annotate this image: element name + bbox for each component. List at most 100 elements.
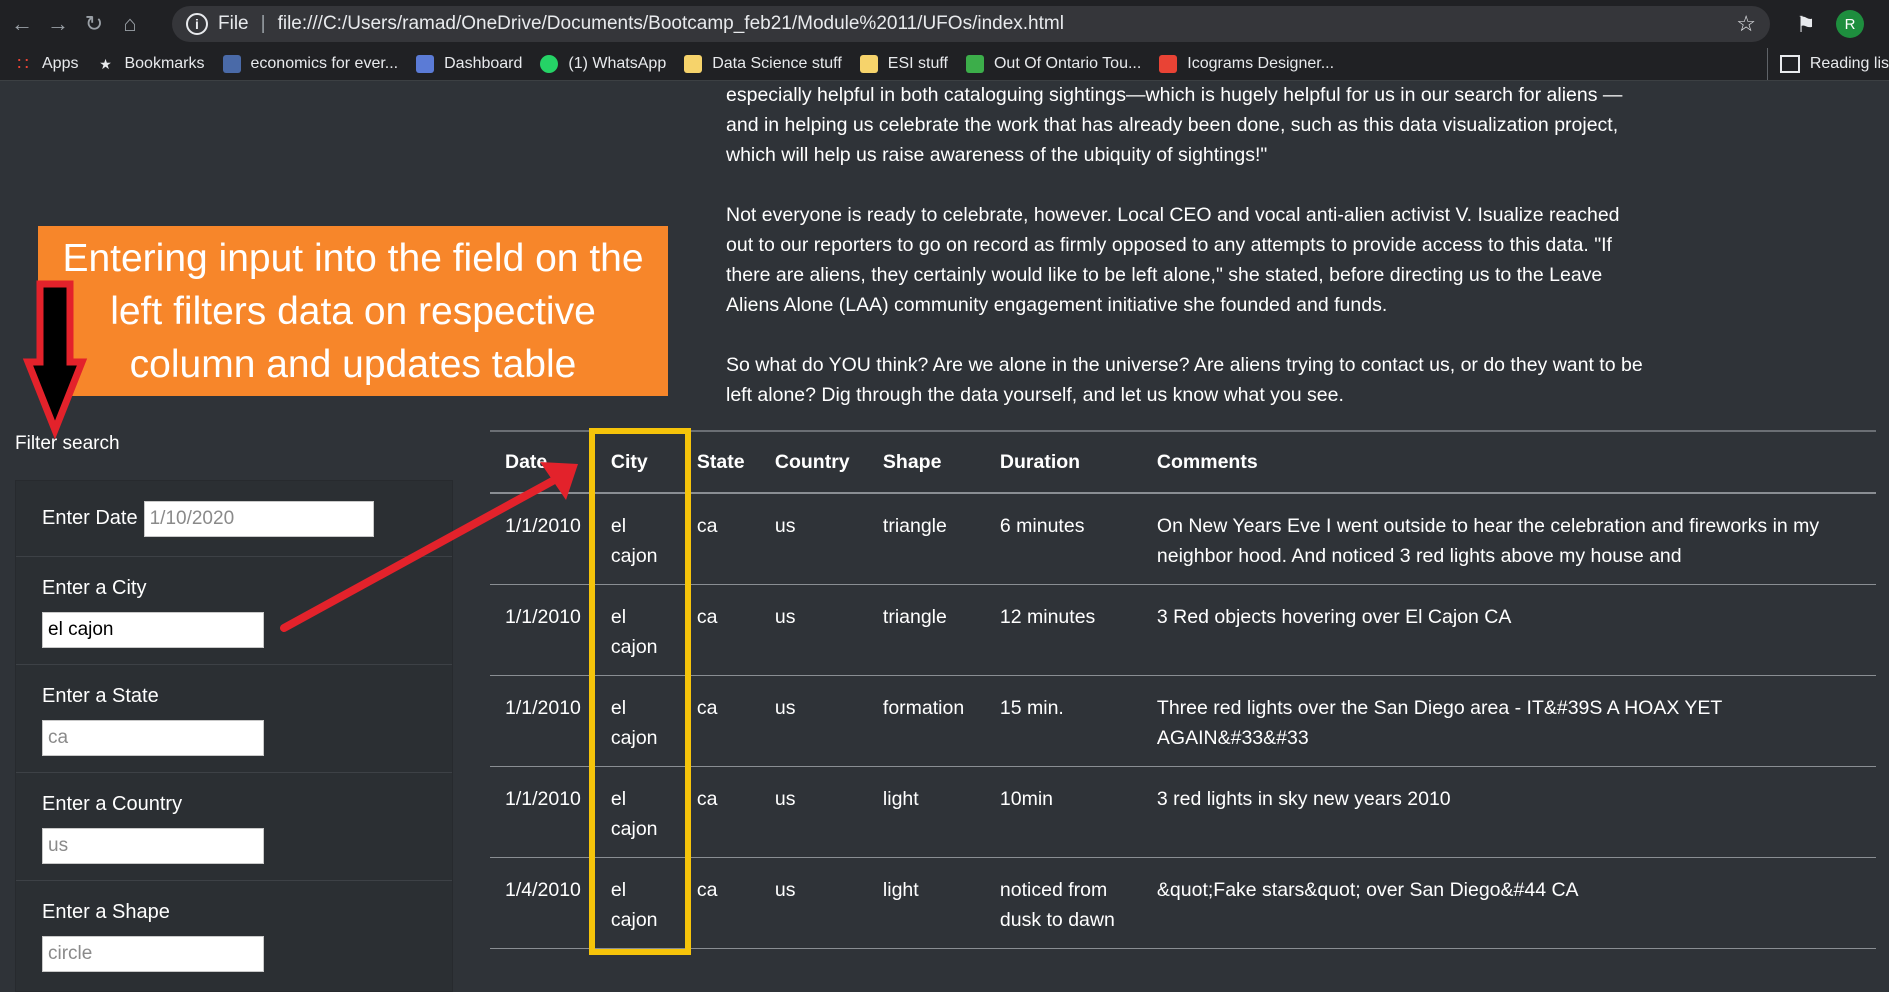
cell-shape: triangle <box>867 584 985 676</box>
cell-date: 1/4/2010 <box>490 857 596 949</box>
reading-list-label: Reading lis <box>1809 55 1889 72</box>
table-row: 1/1/2010 el cajon ca us triangle 12 minutes 3 … <box>490 584 1876 676</box>
cell-comments: &quot;Fake stars&quot; over San Diego&#4… <box>1141 857 1876 949</box>
bookmark-label: Out Of Ontario Tou... <box>993 55 1142 72</box>
apps-grid-icon: ∷ <box>17 53 29 74</box>
bookmark-label: Dashboard <box>444 55 523 72</box>
cell-shape: triangle <box>867 493 985 585</box>
country-input[interactable] <box>42 828 264 864</box>
cell-city: el cajon <box>595 766 682 858</box>
reload-icon[interactable]: ↻ <box>80 10 108 38</box>
bookmark-item[interactable]: ESI stuff <box>859 55 948 73</box>
bookmark-label: Bookmarks <box>124 55 205 72</box>
cell-duration: 15 min. <box>984 675 1142 767</box>
address-bar[interactable]: i File | file:///C:/Users/ramad/OneDrive… <box>172 6 1770 42</box>
bookmark-item[interactable]: Dashboard <box>416 55 522 73</box>
cell-state: ca <box>681 493 760 585</box>
icograms-favicon-icon <box>1159 55 1178 73</box>
cell-country: us <box>759 675 868 767</box>
cell-date: 1/1/2010 <box>490 766 596 858</box>
bookmark-label: economics for ever... <box>250 55 399 72</box>
header-duration: Duration <box>984 430 1142 494</box>
bookmark-item[interactable]: Icograms Designer... <box>1159 55 1334 73</box>
file-scheme-label: File <box>218 13 249 34</box>
state-input[interactable] <box>42 720 264 756</box>
cell-shape: formation <box>867 675 985 767</box>
bookmark-item[interactable]: (1) WhatsApp <box>540 55 666 73</box>
folder-icon <box>684 55 703 73</box>
home-icon[interactable]: ⌂ <box>116 10 144 38</box>
article-body: especially helpful in both cataloguing s… <box>726 80 1646 440</box>
bookmark-item[interactable]: economics for ever... <box>222 55 399 73</box>
cell-date: 1/1/2010 <box>490 675 596 767</box>
reading-list-icon <box>1779 55 1800 73</box>
article-paragraph: especially helpful in both cataloguing s… <box>726 84 1623 166</box>
url-text[interactable]: file:///C:/Users/ramad/OneDrive/Document… <box>278 13 1064 35</box>
header-shape: Shape <box>867 430 985 494</box>
cell-comments: On New Years Eve I went outside to hear … <box>1141 493 1876 585</box>
cell-comments: 3 Red objects hovering over El Cajon CA <box>1141 584 1876 676</box>
table-row: 1/4/2010 el cajon ca us light noticed from du… <box>490 857 1876 949</box>
cell-state: ca <box>681 584 760 676</box>
cell-duration: 6 minutes <box>984 493 1142 585</box>
forward-icon[interactable]: → <box>44 10 72 38</box>
cell-city: el cajon <box>595 493 682 585</box>
cell-comments: Three red lights over the San Diego area… <box>1141 675 1876 767</box>
folder-icon <box>859 55 878 73</box>
address-separator: | <box>260 13 266 34</box>
cell-city: el cajon <box>595 584 682 676</box>
header-comments: Comments <box>1141 430 1876 494</box>
cell-city: el cajon <box>595 675 682 767</box>
profile-avatar[interactable]: R <box>1836 10 1864 38</box>
city-input[interactable] <box>42 612 264 648</box>
bookmark-item[interactable]: Out Of Ontario Tou... <box>965 55 1142 73</box>
filter-label-shape: Enter a Shape <box>42 901 170 923</box>
back-icon[interactable]: ← <box>8 10 36 38</box>
header-date: Date <box>490 430 596 494</box>
filter-city-group: Enter a City <box>16 557 452 665</box>
cell-state: ca <box>681 857 760 949</box>
filter-country-group: Enter a Country <box>16 773 452 881</box>
cell-shape: light <box>867 857 985 949</box>
article-paragraph: Not everyone is ready to celebrate, howe… <box>726 204 1620 316</box>
cell-date: 1/1/2010 <box>490 584 596 676</box>
efe-favicon-icon <box>222 55 241 73</box>
bookmark-label: Icograms Designer... <box>1187 55 1335 72</box>
bookmark-item[interactable]: Data Science stuff <box>684 55 842 73</box>
filter-date-group: Enter Date <box>16 481 452 557</box>
leaf-favicon-icon <box>965 55 984 73</box>
extensions-puzzle-icon[interactable]: ⚑ <box>1796 12 1816 38</box>
cell-country: us <box>759 857 868 949</box>
filter-shape-group: Enter a Shape <box>16 881 452 991</box>
bookmark-star-icon[interactable]: ☆ <box>1736 11 1756 37</box>
cell-state: ca <box>681 675 760 767</box>
cell-duration: 12 minutes <box>984 584 1142 676</box>
bookmark-label: ESI stuff <box>887 55 948 72</box>
filter-search-heading: Filter search <box>15 433 120 454</box>
table-body: 1/1/2010 el cajon ca us triangle 6 minutes On … <box>490 493 1876 949</box>
filter-label-date: Enter Date <box>42 507 138 529</box>
reading-list-button[interactable]: Reading lis <box>1766 48 1889 80</box>
site-info-icon[interactable]: i <box>186 13 208 35</box>
date-input[interactable] <box>143 500 374 537</box>
cell-comments: 3 red lights in sky new years 2010 <box>1141 766 1876 858</box>
cell-duration: noticed from dusk to dawn <box>984 857 1142 949</box>
article-paragraph: So what do YOU think? Are we alone in th… <box>726 354 1643 406</box>
whatsapp-icon <box>540 55 559 73</box>
header-country: Country <box>759 430 868 494</box>
cell-country: us <box>759 493 868 585</box>
annotation-callout: Entering input into the field on the lef… <box>38 226 668 396</box>
bookmarks-bar: ∷ Apps ★ Bookmarks economics for ever... Dash… <box>0 48 1889 81</box>
cell-shape: light <box>867 766 985 858</box>
cell-country: us <box>759 766 868 858</box>
bookmark-item[interactable]: ★ Bookmarks <box>96 55 204 73</box>
dashboard-favicon-icon <box>416 55 435 73</box>
filter-state-group: Enter a State <box>16 665 452 773</box>
browser-toolbar: ← → ↻ ⌂ i File | file:///C:/Users/ramad/… <box>0 0 1889 48</box>
cell-duration: 10min <box>984 766 1142 858</box>
star-icon: ★ <box>99 55 112 72</box>
header-state: State <box>681 430 760 494</box>
shape-input[interactable] <box>42 936 264 972</box>
table-row: 1/1/2010 el cajon ca us triangle 6 minutes On … <box>490 493 1876 585</box>
bookmark-item[interactable]: ∷ Apps <box>14 53 78 74</box>
